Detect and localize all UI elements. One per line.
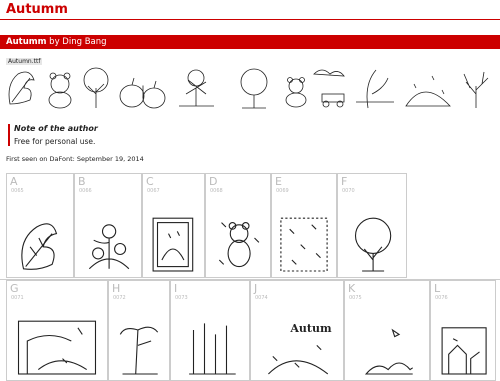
leaf-icon — [21, 223, 58, 270]
glyph-code: 0069 — [276, 188, 289, 194]
author-link[interactable]: by Ding Bang — [49, 37, 106, 47]
glyph-code: 0070 — [342, 188, 355, 194]
title-divider — [0, 19, 500, 20]
flower-vines-icon — [88, 224, 130, 269]
glyph-letter: D — [209, 175, 218, 188]
glyph-cell-l[interactable]: L 0076 — [430, 280, 496, 381]
glyph-letter: G — [10, 282, 19, 295]
glyph-letter: E — [275, 175, 282, 188]
preview-pumpkin-icon — [119, 77, 166, 109]
glyph-code: 0066 — [79, 188, 92, 194]
preview-tree-icon — [83, 67, 109, 108]
font-preview-strip — [8, 67, 489, 109]
glyph-cell-b[interactable]: B 0066 — [74, 173, 142, 278]
framed-picture-icon — [152, 217, 193, 272]
font-name-link[interactable]: Autumm — [6, 37, 46, 47]
glyph-letter: I — [174, 282, 178, 295]
preview-branches-icon — [356, 69, 394, 109]
glyph-code: 0076 — [435, 295, 448, 301]
glyph-cell-e[interactable]: E 0069 — [271, 173, 337, 278]
tree-icon — [354, 217, 392, 272]
glyph-code: 0073 — [175, 295, 188, 301]
glyph-cell-c[interactable]: C 0067 — [142, 173, 205, 278]
glyph-cell-k[interactable]: K 0075 — [344, 280, 430, 381]
preview-leaf-heap-icon — [405, 75, 451, 107]
glyph-cell-a[interactable]: A 0065 — [6, 173, 74, 278]
forest-icon — [189, 323, 236, 375]
glyph-letter: J — [254, 282, 258, 295]
preview-bear-icon — [48, 72, 72, 109]
falling-leaves-icon — [280, 217, 328, 272]
autumn-scene-icon — [17, 320, 97, 375]
glyph-code: 0072 — [113, 295, 126, 301]
preview-leaf-icon — [8, 71, 35, 105]
glyph-letter: F — [341, 175, 348, 188]
preview-bear-sitting-icon — [285, 77, 307, 108]
glyph-code: 0067 — [147, 188, 160, 194]
glyph-letter: L — [434, 282, 441, 295]
glyph-cell-i[interactable]: I 0073 — [170, 280, 250, 381]
glyph-cell-h[interactable]: H 0072 — [108, 280, 170, 381]
first-seen-date: First seen on DaFont: September 19, 2014 — [6, 155, 144, 163]
glyph-cell-g[interactable]: G 0071 — [6, 280, 108, 381]
tree-trunk-icon — [119, 326, 159, 375]
glyph-cell-d[interactable]: D 0068 — [205, 173, 271, 278]
svg-text:Autumn: Autumn — [289, 322, 332, 335]
glyph-cell-j[interactable]: J0074 Autumn — [250, 280, 344, 381]
leaf-pile-icon — [364, 328, 413, 375]
glyph-letter: A — [10, 175, 18, 188]
glyph-letter: H — [112, 282, 121, 295]
preview-bare-tree-icon — [463, 71, 489, 108]
glyph-code: 0065 — [11, 188, 24, 194]
author-note: Note of the author Free for personal use… — [8, 124, 98, 146]
preview-wagon-icon — [313, 69, 345, 108]
glyph-letter: B — [78, 175, 86, 188]
glyph-cell-f[interactable]: F 0070 — [337, 173, 407, 278]
glyph-code: 0075 — [349, 295, 362, 301]
note-text: Free for personal use. — [14, 137, 96, 146]
page-title: Autumm — [6, 2, 68, 17]
glyph-code: 0071 — [11, 295, 24, 301]
preview-bush-icon — [179, 69, 214, 107]
glyph-code: 0074 — [255, 295, 268, 301]
bear-with-leaves-icon — [218, 221, 260, 267]
glyph-letter: K — [348, 282, 356, 295]
preview-tree-leaves-icon — [240, 68, 268, 109]
glyph-letter: C — [146, 175, 154, 188]
glyph-code: 0068 — [210, 188, 223, 194]
font-name-bar: Autumm by Ding Bang — [0, 35, 500, 49]
note-title: Note of the author — [14, 124, 98, 133]
autumn-text-scene-icon: Autumn — [268, 322, 332, 375]
village-icon — [441, 327, 487, 375]
